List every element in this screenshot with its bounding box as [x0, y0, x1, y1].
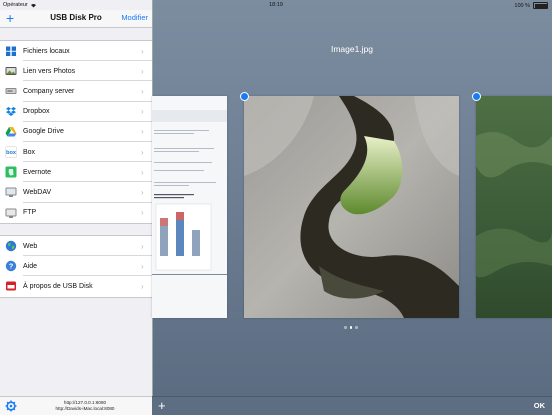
image-title: Image1.jpg — [330, 44, 374, 54]
sidebar: + USB Disk Pro Modifier Fichiers locaux … — [0, 0, 153, 415]
server-url-host: http://Davids-iMac.local:8080 — [55, 406, 115, 411]
forest-photo — [476, 96, 552, 318]
chevron-right-icon: › — [141, 147, 144, 157]
chevron-right-icon: › — [141, 107, 144, 117]
sidebar-item-label: Web — [23, 242, 38, 250]
sidebar-item-label: Google Drive — [23, 128, 64, 136]
ok-button[interactable]: OK — [534, 401, 545, 410]
previous-document-thumbnail[interactable] — [152, 96, 227, 318]
about-icon — [5, 280, 17, 292]
chevron-right-icon: › — [141, 46, 144, 56]
select-checkbox-next[interactable] — [472, 92, 481, 101]
current-image[interactable] — [244, 96, 459, 318]
page-dot — [344, 326, 347, 329]
more-group: Web › ? Aide › À propos de USB Disk › — [0, 235, 152, 298]
sidebar-item-company-server[interactable]: Company server › — [0, 81, 152, 102]
edit-button[interactable]: Modifier — [121, 13, 148, 22]
gear-icon[interactable] — [5, 400, 17, 412]
status-bar: Opérateur 18:19 100 % — [0, 0, 552, 10]
sidebar-item-label: WebDAV — [23, 188, 52, 196]
chevron-right-icon: › — [141, 208, 144, 218]
dropbox-icon — [5, 106, 17, 118]
chevron-right-icon: › — [141, 127, 144, 137]
box-icon: box — [5, 146, 17, 158]
sidebar-item-google-drive[interactable]: Google Drive › — [0, 122, 152, 143]
server-urls: http://127.0.0.1:8080 http://Davids-iMac… — [30, 400, 140, 412]
sidebar-item-local-files[interactable]: Fichiers locaux › — [0, 41, 152, 62]
help-icon: ? — [5, 260, 17, 272]
chevron-right-icon: › — [141, 66, 144, 76]
webdav-icon — [5, 186, 17, 198]
svg-text:?: ? — [9, 262, 14, 271]
status-time: 18:19 — [269, 2, 283, 8]
sidebar-item-dropbox[interactable]: Dropbox › — [0, 102, 152, 122]
sidebar-item-label: Evernote — [23, 168, 52, 176]
select-checkbox-current[interactable] — [240, 92, 249, 101]
sidebar-item-help[interactable]: ? Aide › — [0, 256, 152, 277]
sidebar-item-label: Aide — [23, 262, 38, 270]
local-files-icon — [5, 45, 17, 57]
locations-group: Fichiers locaux › Lien vers Photos › Com… — [0, 40, 152, 224]
sidebar-item-evernote[interactable]: Evernote › — [0, 162, 152, 183]
sidebar-item-about[interactable]: À propos de USB Disk › — [0, 276, 152, 296]
sidebar-item-label: Fichiers locaux — [23, 47, 70, 55]
battery-percent: 100 % — [514, 2, 530, 9]
ftp-icon — [5, 207, 17, 219]
sculpture-photo — [244, 96, 459, 318]
add-button[interactable]: + — [158, 397, 166, 414]
document-preview — [152, 96, 227, 318]
sidebar-item-label: Lien vers Photos — [23, 67, 76, 75]
sidebar-item-label: Dropbox — [23, 108, 50, 116]
evernote-icon — [5, 166, 17, 178]
sidebar-item-ftp[interactable]: FTP › — [0, 203, 152, 223]
chevron-right-icon: › — [141, 241, 144, 251]
svg-text:box: box — [6, 150, 17, 156]
web-globe-icon — [5, 240, 17, 252]
chevron-right-icon: › — [141, 167, 144, 177]
sidebar-item-photos-link[interactable]: Lien vers Photos › — [0, 61, 152, 82]
server-icon — [5, 85, 17, 97]
sidebar-item-webdav[interactable]: WebDAV › — [0, 182, 152, 203]
status-right: 100 % — [514, 2, 548, 9]
sidebar-item-label: À propos de USB Disk — [23, 282, 93, 290]
chevron-right-icon: › — [141, 281, 144, 291]
sidebar-header: + USB Disk Pro Modifier — [0, 10, 152, 28]
chevron-right-icon: › — [141, 187, 144, 197]
sidebar-footer: http://127.0.0.1:8080 http://Davids-iMac… — [0, 396, 152, 415]
sidebar-item-label: FTP — [23, 209, 37, 217]
bottom-toolbar: + OK — [152, 396, 552, 415]
page-dot-current — [349, 326, 352, 329]
page-dot — [355, 326, 358, 329]
sidebar-item-label: Company server — [23, 87, 75, 95]
next-image-thumbnail[interactable] — [476, 96, 552, 318]
chevron-right-icon: › — [141, 261, 144, 271]
page-indicator — [344, 326, 358, 329]
sidebar-item-web[interactable]: Web › — [0, 236, 152, 257]
google-drive-icon — [5, 126, 17, 138]
photos-link-icon — [5, 65, 17, 77]
battery-icon — [533, 2, 548, 9]
chevron-right-icon: › — [141, 86, 144, 96]
sidebar-item-label: Box — [23, 148, 36, 156]
sidebar-item-box[interactable]: box Box › — [0, 142, 152, 163]
